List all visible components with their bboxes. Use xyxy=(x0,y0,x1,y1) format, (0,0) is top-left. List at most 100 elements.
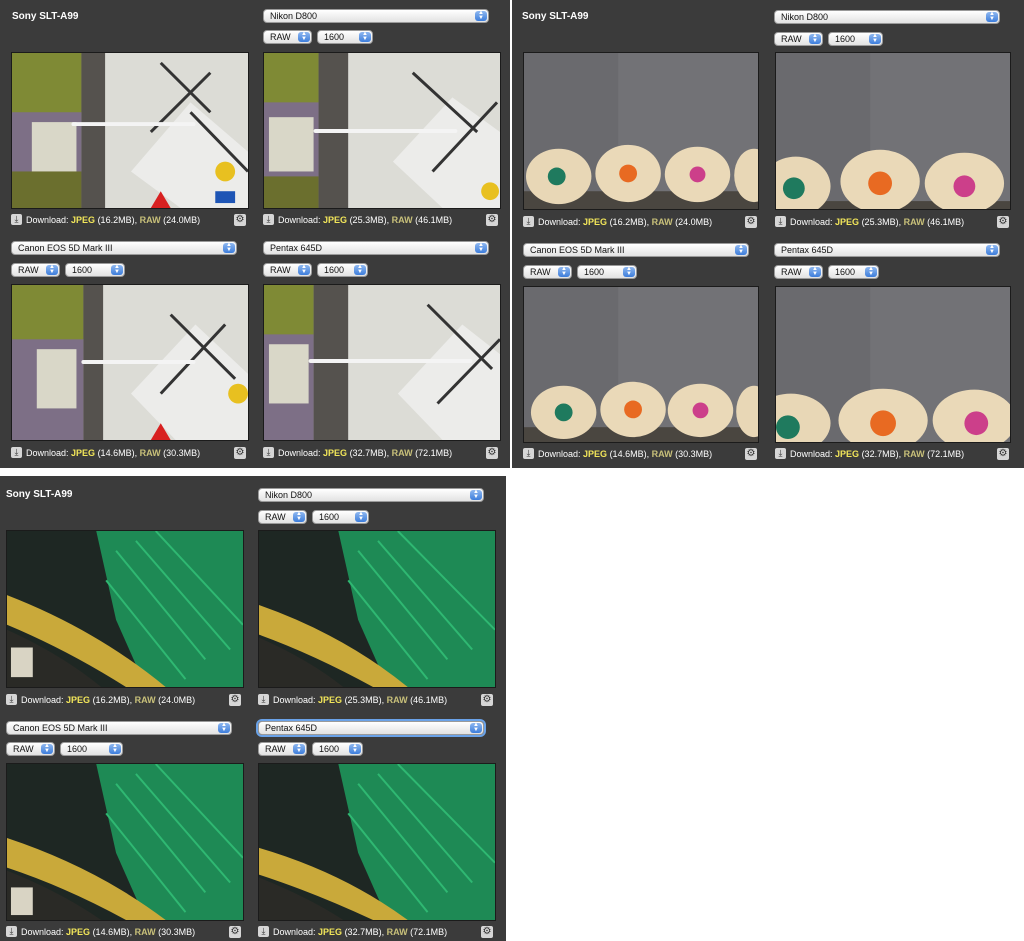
download-raw-link[interactable]: RAW xyxy=(387,695,408,705)
download-icon[interactable]: ⤓ xyxy=(263,447,274,458)
iso-select[interactable]: 1600 ▲ ▼ xyxy=(312,742,363,756)
download-jpeg-link[interactable]: JPEG xyxy=(66,695,90,705)
download-jpeg-link[interactable]: JPEG xyxy=(835,449,859,459)
iso-select[interactable]: 1600 ▲ ▼ xyxy=(60,742,123,756)
download-raw-link[interactable]: RAW xyxy=(140,215,161,225)
iso-select[interactable]: 1600 ▲ ▼ xyxy=(317,30,373,44)
format-select[interactable]: RAW ▲ ▼ xyxy=(6,742,55,756)
download-icon[interactable]: ⤓ xyxy=(11,447,22,458)
camera-select-nikon[interactable]: Nikon D800 ▲ ▼ xyxy=(258,488,484,502)
download-row: ⤓ Download: JPEG (16.2MB), RAW (24.0MB) xyxy=(11,213,236,227)
format-select[interactable]: RAW ▲ ▼ xyxy=(774,265,823,279)
download-jpeg-link[interactable]: JPEG xyxy=(835,217,859,227)
download-icon[interactable]: ⤓ xyxy=(258,694,269,705)
download-icon[interactable]: ⤓ xyxy=(263,214,274,225)
download-raw-link[interactable]: RAW xyxy=(652,217,673,227)
download-raw-link[interactable]: RAW xyxy=(392,448,413,458)
download-icon[interactable]: ⤓ xyxy=(11,214,22,225)
iso-select[interactable]: 1600 ▲ ▼ xyxy=(828,265,879,279)
gear-icon[interactable]: ⚙ xyxy=(997,448,1009,460)
gear-icon[interactable]: ⚙ xyxy=(745,216,757,228)
download-jpeg-link[interactable]: JPEG xyxy=(323,215,347,225)
gear-icon[interactable]: ⚙ xyxy=(486,214,498,226)
sample-image-nikon xyxy=(258,530,496,688)
camera-select-pentax[interactable]: Pentax 645D ▲ ▼ xyxy=(258,721,484,735)
camera-select-canon[interactable]: Canon EOS 5D Mark III ▲ ▼ xyxy=(6,721,232,735)
updown-arrow-icon: ▲ ▼ xyxy=(986,244,998,255)
updown-arrow-icon: ▲ ▼ xyxy=(355,511,367,522)
updown-arrow-icon: ▲ ▼ xyxy=(475,242,487,253)
download-row: ⤓ Download: JPEG (25.3MB), RAW (46.1MB) xyxy=(263,213,488,227)
download-raw-link[interactable]: RAW xyxy=(135,927,156,937)
iso-select[interactable]: 1600 ▲ ▼ xyxy=(577,265,637,279)
iso-select[interactable]: 1600 ▲ ▼ xyxy=(312,510,369,524)
gear-icon[interactable]: ⚙ xyxy=(481,926,493,938)
updown-arrow-icon: ▲ ▼ xyxy=(218,722,230,733)
download-jpeg-link[interactable]: JPEG xyxy=(66,927,90,937)
format-select[interactable]: RAW ▲ ▼ xyxy=(774,32,823,46)
download-raw-link[interactable]: RAW xyxy=(392,215,413,225)
updown-arrow-icon: ▲ ▼ xyxy=(293,511,305,522)
gear-icon[interactable]: ⚙ xyxy=(997,216,1009,228)
download-raw-link[interactable]: RAW xyxy=(904,217,925,227)
download-row: ⤓ Download: JPEG (16.2MB), RAW (24.0MB) xyxy=(6,693,231,707)
updown-arrow-icon: ▲ ▼ xyxy=(359,31,371,42)
download-icon[interactable]: ⤓ xyxy=(523,448,534,459)
updown-arrow-icon: ▲ ▼ xyxy=(809,266,821,277)
format-select[interactable]: RAW ▲ ▼ xyxy=(523,265,572,279)
camera-select-nikon[interactable]: Nikon D800 ▲ ▼ xyxy=(774,10,1000,24)
download-jpeg-link[interactable]: JPEG xyxy=(71,448,95,458)
gear-icon[interactable]: ⚙ xyxy=(229,694,241,706)
download-icon[interactable]: ⤓ xyxy=(775,448,786,459)
format-select[interactable]: RAW ▲ ▼ xyxy=(258,510,307,524)
download-jpeg-link[interactable]: JPEG xyxy=(318,695,342,705)
download-raw-link[interactable]: RAW xyxy=(904,449,925,459)
iso-select[interactable]: 1600 ▲ ▼ xyxy=(317,263,368,277)
camera-select-pentax[interactable]: Pentax 645D ▲ ▼ xyxy=(263,241,489,255)
gear-icon[interactable]: ⚙ xyxy=(481,694,493,706)
gear-icon[interactable]: ⚙ xyxy=(234,214,246,226)
download-row: ⤓ Download: JPEG (14.6MB), RAW (30.3MB) xyxy=(6,925,231,939)
gear-icon[interactable]: ⚙ xyxy=(486,447,498,459)
sample-image-pentax xyxy=(258,763,496,921)
download-row: ⤓ Download: JPEG (16.2MB), RAW (24.0MB) xyxy=(523,215,748,229)
gear-icon[interactable]: ⚙ xyxy=(229,926,241,938)
gear-icon[interactable]: ⚙ xyxy=(234,447,246,459)
updown-arrow-icon: ▲ ▼ xyxy=(109,743,121,754)
gear-icon[interactable]: ⚙ xyxy=(745,448,757,460)
iso-select[interactable]: 1600 ▲ ▼ xyxy=(65,263,125,277)
download-jpeg-link[interactable]: JPEG xyxy=(583,449,607,459)
download-row: ⤓ Download: JPEG (14.6MB), RAW (30.3MB) xyxy=(11,446,236,460)
camera-select-pentax[interactable]: Pentax 645D ▲ ▼ xyxy=(774,243,1000,257)
format-select[interactable]: RAW ▲ ▼ xyxy=(263,30,312,44)
download-jpeg-link[interactable]: JPEG xyxy=(71,215,95,225)
format-select[interactable]: RAW ▲ ▼ xyxy=(263,263,312,277)
comparison-panel-3: Sony SLT-A99 Nikon D800 ▲ ▼ RAW ▲ ▼ 1600 ▲… xyxy=(0,476,506,941)
updown-arrow-icon: ▲ ▼ xyxy=(293,743,305,754)
comparison-panel-2: Sony SLT-A99 Nikon D800 ▲ ▼ RAW ▲ ▼ 1600 ▲… xyxy=(512,0,1024,468)
format-select[interactable]: RAW ▲ ▼ xyxy=(258,742,307,756)
updown-arrow-icon: ▲ ▼ xyxy=(46,264,58,275)
camera-select-canon[interactable]: Canon EOS 5D Mark III ▲ ▼ xyxy=(523,243,749,257)
camera-select-canon[interactable]: Canon EOS 5D Mark III ▲ ▼ xyxy=(11,241,237,255)
download-icon[interactable]: ⤓ xyxy=(258,926,269,937)
camera-select-nikon[interactable]: Nikon D800 ▲ ▼ xyxy=(263,9,489,23)
download-jpeg-link[interactable]: JPEG xyxy=(318,927,342,937)
updown-arrow-icon: ▲ ▼ xyxy=(623,266,635,277)
download-icon[interactable]: ⤓ xyxy=(6,694,17,705)
sample-image-nikon xyxy=(775,52,1011,210)
download-raw-link[interactable]: RAW xyxy=(387,927,408,937)
iso-select[interactable]: 1600 ▲ ▼ xyxy=(828,32,883,46)
download-row: ⤓ Download: JPEG (32.7MB), RAW (72.1MB) xyxy=(258,925,483,939)
download-jpeg-link[interactable]: JPEG xyxy=(583,217,607,227)
download-icon[interactable]: ⤓ xyxy=(523,216,534,227)
download-jpeg-link[interactable]: JPEG xyxy=(323,448,347,458)
download-raw-link[interactable]: RAW xyxy=(140,448,161,458)
download-icon[interactable]: ⤓ xyxy=(775,216,786,227)
download-raw-link[interactable]: RAW xyxy=(652,449,673,459)
updown-arrow-icon: ▲ ▼ xyxy=(809,33,821,44)
download-raw-link[interactable]: RAW xyxy=(135,695,156,705)
updown-arrow-icon: ▲ ▼ xyxy=(41,743,53,754)
format-select[interactable]: RAW ▲ ▼ xyxy=(11,263,60,277)
download-icon[interactable]: ⤓ xyxy=(6,926,17,937)
